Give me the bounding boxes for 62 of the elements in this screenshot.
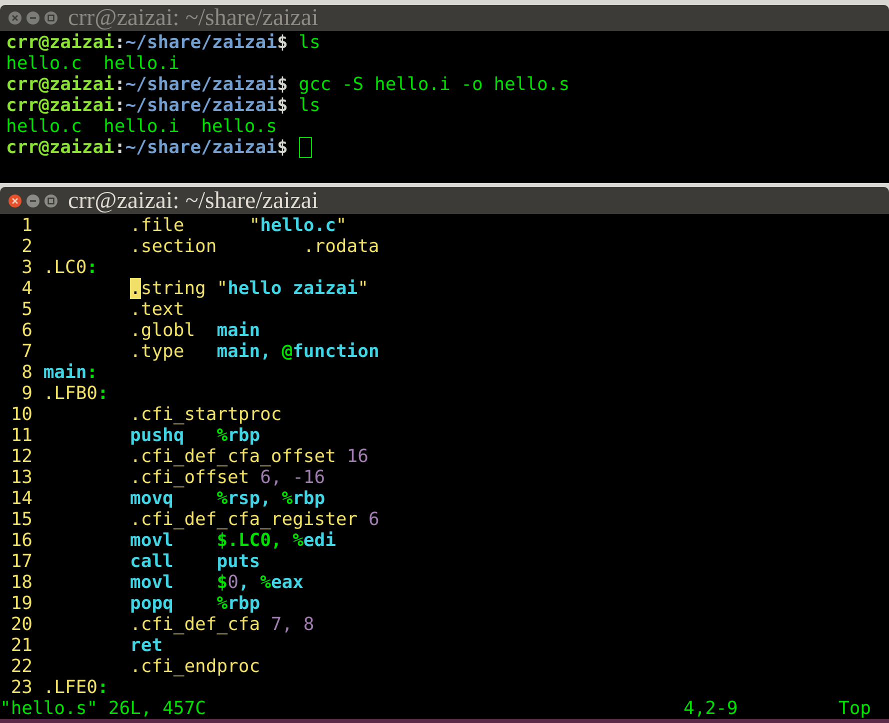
code-line: movq %rsp, %rbp: [130, 488, 326, 509]
code-line: .LFB0:: [43, 383, 108, 404]
code-line: .string "hello zaizai": [130, 278, 368, 299]
code-line: pushq %rbp: [130, 425, 260, 446]
window-title: crr@zaizai: ~/share/zaizai: [68, 5, 318, 31]
close-icon[interactable]: [8, 194, 22, 208]
code-line: .file "hello.c": [130, 215, 347, 236]
code-line: .cfi_startproc: [130, 404, 282, 425]
line-number: 22: [10, 656, 32, 677]
code-line: .type main, @function: [130, 341, 380, 362]
line-number: 19: [10, 593, 32, 614]
line-number: 1: [20, 215, 32, 236]
line-number: 10: [10, 404, 32, 425]
terminal-line: crr@zaizai:~/share/zaizai$: [6, 137, 289, 158]
minimize-icon[interactable]: [26, 194, 40, 208]
line-number: 8: [20, 362, 32, 383]
code-line: .LFE0:: [43, 677, 108, 698]
line-number: 5: [20, 299, 32, 320]
line-number: 23: [10, 677, 32, 698]
line-number: 16: [10, 530, 32, 551]
cursor-position: 4,2-9: [683, 698, 739, 719]
maximize-icon[interactable]: [44, 11, 58, 25]
terminal-line: hello.c hello.i hello.s: [6, 116, 277, 137]
code-line: .globl main: [130, 320, 260, 341]
status-message: "hello.s" 26L, 457C: [0, 698, 207, 719]
code-line: .cfi_offset 6, -16: [130, 467, 326, 488]
window-title: crr@zaizai: ~/share/zaizai: [68, 188, 318, 214]
scroll-position: Top: [838, 698, 871, 719]
code-line: .cfi_def_cfa 7, 8: [130, 614, 314, 635]
line-number: 20: [10, 614, 32, 635]
terminal-line: crr@zaizai:~/share/zaizai$ gcc -S hello.i -o hello.s: [6, 74, 570, 95]
line-number: 7: [20, 341, 32, 362]
line-number: 15: [10, 509, 32, 530]
code-line: call puts: [130, 551, 260, 572]
terminal-line: crr@zaizai:~/share/zaizai$ ls: [6, 95, 320, 116]
maximize-icon[interactable]: [44, 194, 58, 208]
line-number: 17: [10, 551, 32, 572]
code-line: .text: [130, 299, 184, 320]
code-line: .cfi_endproc: [130, 656, 260, 677]
line-number: 13: [10, 467, 32, 488]
terminal-line: crr@zaizai:~/share/zaizai$ ls: [6, 32, 320, 53]
line-number: 6: [20, 320, 32, 341]
terminal-line: hello.c hello.i: [6, 53, 180, 74]
line-number: 3: [20, 257, 32, 278]
line-number: 18: [10, 572, 32, 593]
code-line: ret: [130, 635, 163, 656]
code-line: movl $0, %eax: [130, 572, 304, 593]
line-number: 2: [20, 236, 32, 257]
code-line: .cfi_def_cfa_offset 16: [130, 446, 368, 467]
line-number: 12: [10, 446, 32, 467]
line-number: 14: [10, 488, 32, 509]
code-line: main:: [43, 362, 98, 383]
line-number: 21: [10, 635, 32, 656]
line-number: 11: [10, 425, 32, 446]
code-line: popq %rbp: [130, 593, 260, 614]
code-line: movl $.LC0, %edi: [130, 530, 336, 551]
code-line: .cfi_def_cfa_register 6: [130, 509, 380, 530]
line-number: 4: [20, 278, 32, 299]
code-line: .section .rodata: [130, 236, 380, 257]
code-line: .LC0:: [43, 257, 98, 278]
minimize-icon[interactable]: [26, 11, 40, 25]
line-number: 9: [20, 383, 32, 404]
